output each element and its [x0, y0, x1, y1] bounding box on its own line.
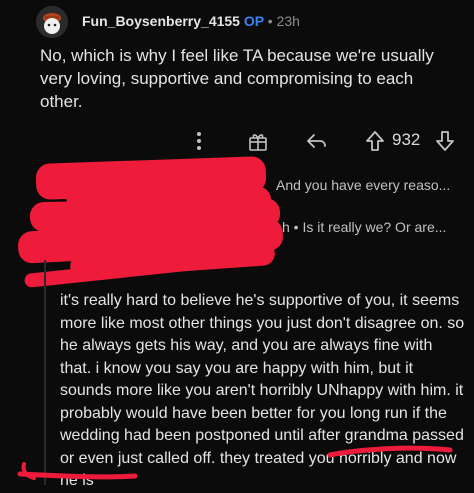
annotation-underlines: [17, 445, 453, 480]
